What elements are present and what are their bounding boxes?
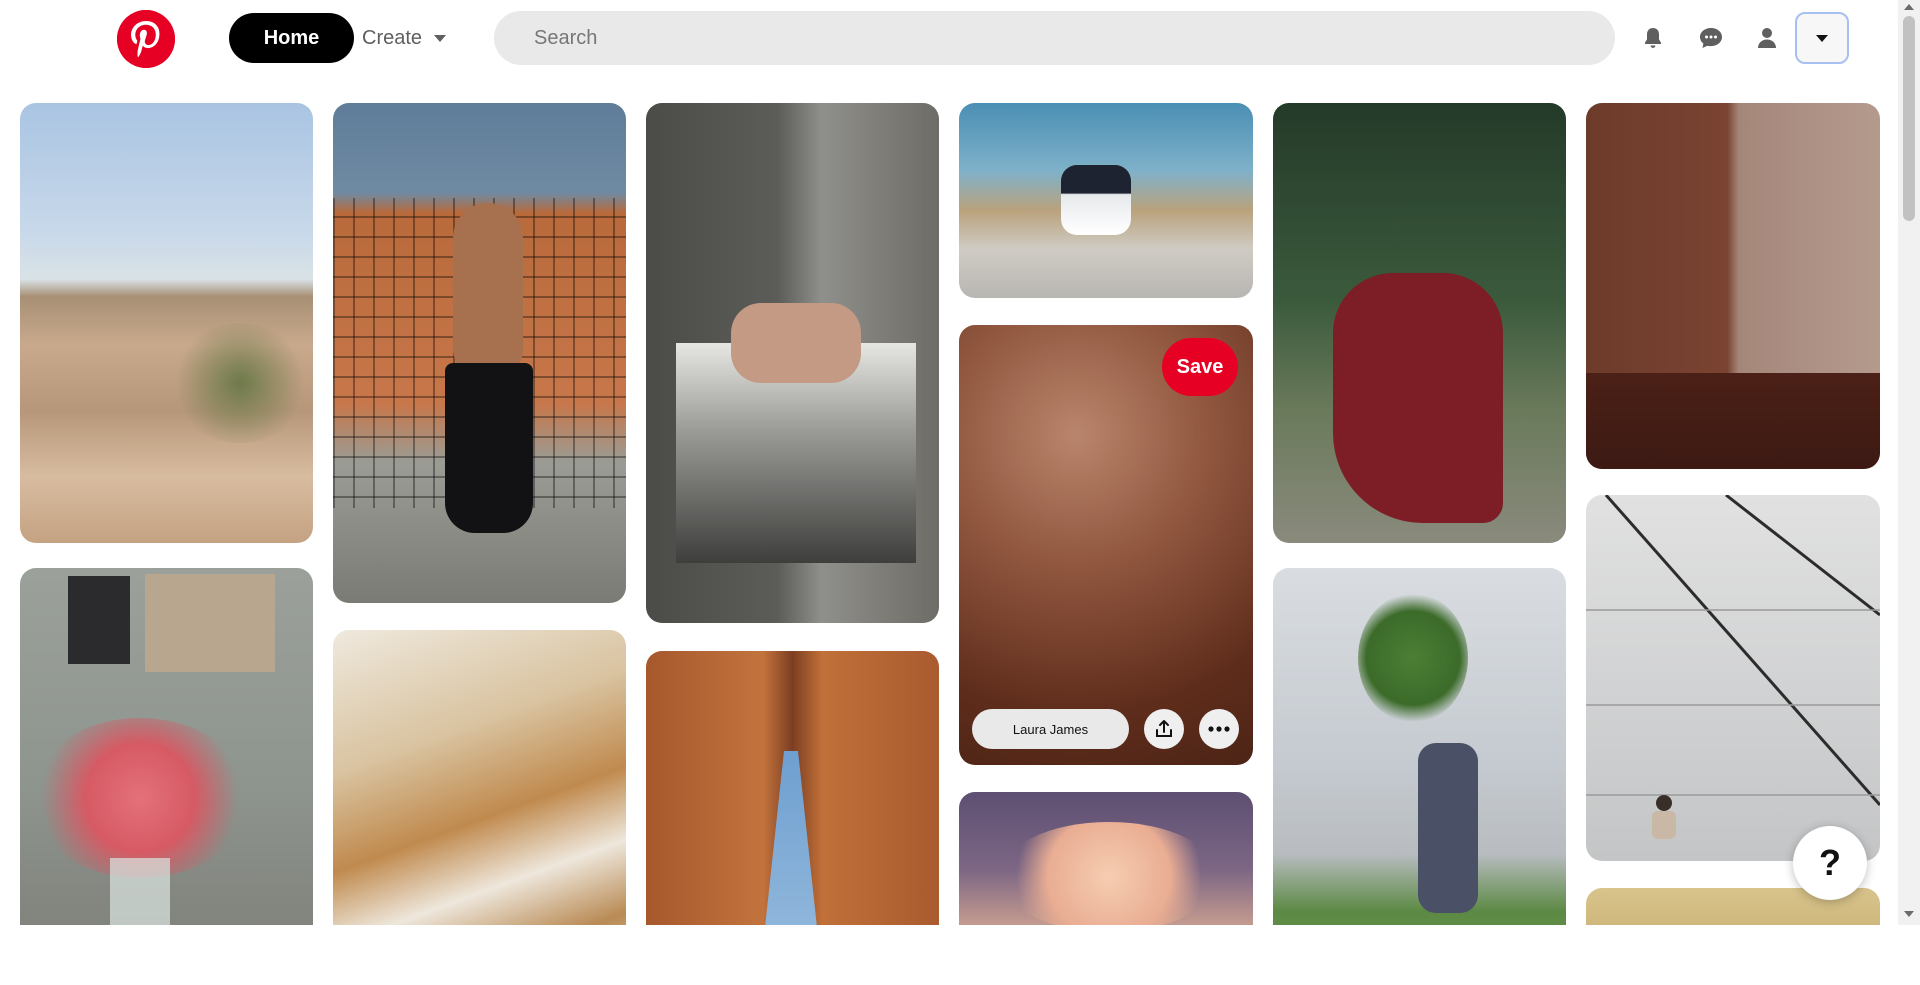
pin-image-detail (68, 576, 130, 664)
pin-source-link[interactable]: Laura James (972, 709, 1129, 749)
pin-woman-red-dress[interactable] (1273, 103, 1566, 543)
chat-icon (1700, 28, 1722, 48)
home-button[interactable]: Home (229, 13, 354, 63)
pin-image-detail (1333, 273, 1503, 523)
pin-white-terraces[interactable] (333, 630, 626, 925)
search-input[interactable] (534, 26, 1615, 50)
pin-image-detail (145, 574, 275, 672)
pin-image-detail (110, 858, 170, 925)
bell-icon (1645, 28, 1661, 48)
pin-image-detail (999, 822, 1219, 925)
pin-image (333, 630, 626, 925)
pin-pink-flowers[interactable] (20, 568, 313, 925)
pin-image-detail (170, 323, 310, 443)
pin-holding-hands[interactable] (646, 103, 939, 623)
share-button[interactable] (1144, 709, 1184, 749)
pin-image-detail (453, 203, 523, 383)
pin-image-detail (731, 303, 861, 383)
pin-image-detail (1061, 165, 1131, 235)
pin-image-detail (445, 363, 533, 533)
save-button[interactable]: Save (1162, 338, 1238, 396)
scroll-thumb[interactable] (1903, 16, 1915, 221)
page-scrollbar[interactable] (1898, 0, 1920, 925)
pin-toy-van[interactable] (959, 103, 1253, 298)
notifications-button[interactable] (1636, 21, 1670, 55)
share-icon (1156, 720, 1172, 737)
pinterest-logo[interactable] (117, 10, 175, 68)
help-button[interactable]: ? (1793, 826, 1867, 900)
pin-image-detail (30, 718, 250, 878)
pin-image-detail (1418, 743, 1478, 913)
top-navigation: Home Create (0, 0, 1898, 78)
chevron-down-icon (1816, 34, 1828, 42)
search-bar[interactable] (494, 11, 1615, 65)
ellipsis-icon (1208, 726, 1230, 732)
pin-feed: Save Laura James (0, 78, 1898, 925)
pin-dancer-lattice[interactable] (333, 103, 626, 603)
chevron-down-icon (434, 34, 447, 42)
pin-man-holding-tree[interactable] (1273, 568, 1566, 925)
account-menu-button[interactable] (1795, 12, 1849, 64)
pin-clouds[interactable] (959, 792, 1253, 925)
create-label: Create (362, 26, 423, 49)
pin-image (20, 103, 313, 543)
pin-leaf-shadows[interactable]: Save Laura James (959, 325, 1253, 765)
profile-button[interactable] (1750, 21, 1784, 55)
scroll-up-arrow-icon[interactable] (1904, 4, 1914, 10)
create-menu-button[interactable]: Create (362, 13, 447, 63)
more-options-button[interactable] (1199, 709, 1239, 749)
user-icon (1758, 28, 1776, 48)
pin-red-rock-arch[interactable] (646, 651, 939, 925)
pin-image-detail (1358, 593, 1468, 723)
messages-button[interactable] (1694, 21, 1728, 55)
pin-desert-canyon[interactable] (20, 103, 313, 543)
pin-brick-wall[interactable] (1586, 103, 1880, 469)
scroll-down-arrow-icon[interactable] (1904, 911, 1914, 917)
pin-gray-wall[interactable] (1586, 495, 1880, 861)
page-bottom-area (0, 925, 1920, 985)
pin-image-detail (1586, 373, 1880, 469)
pinterest-logo-icon (117, 10, 175, 68)
pin-image-detail (1586, 495, 1880, 839)
